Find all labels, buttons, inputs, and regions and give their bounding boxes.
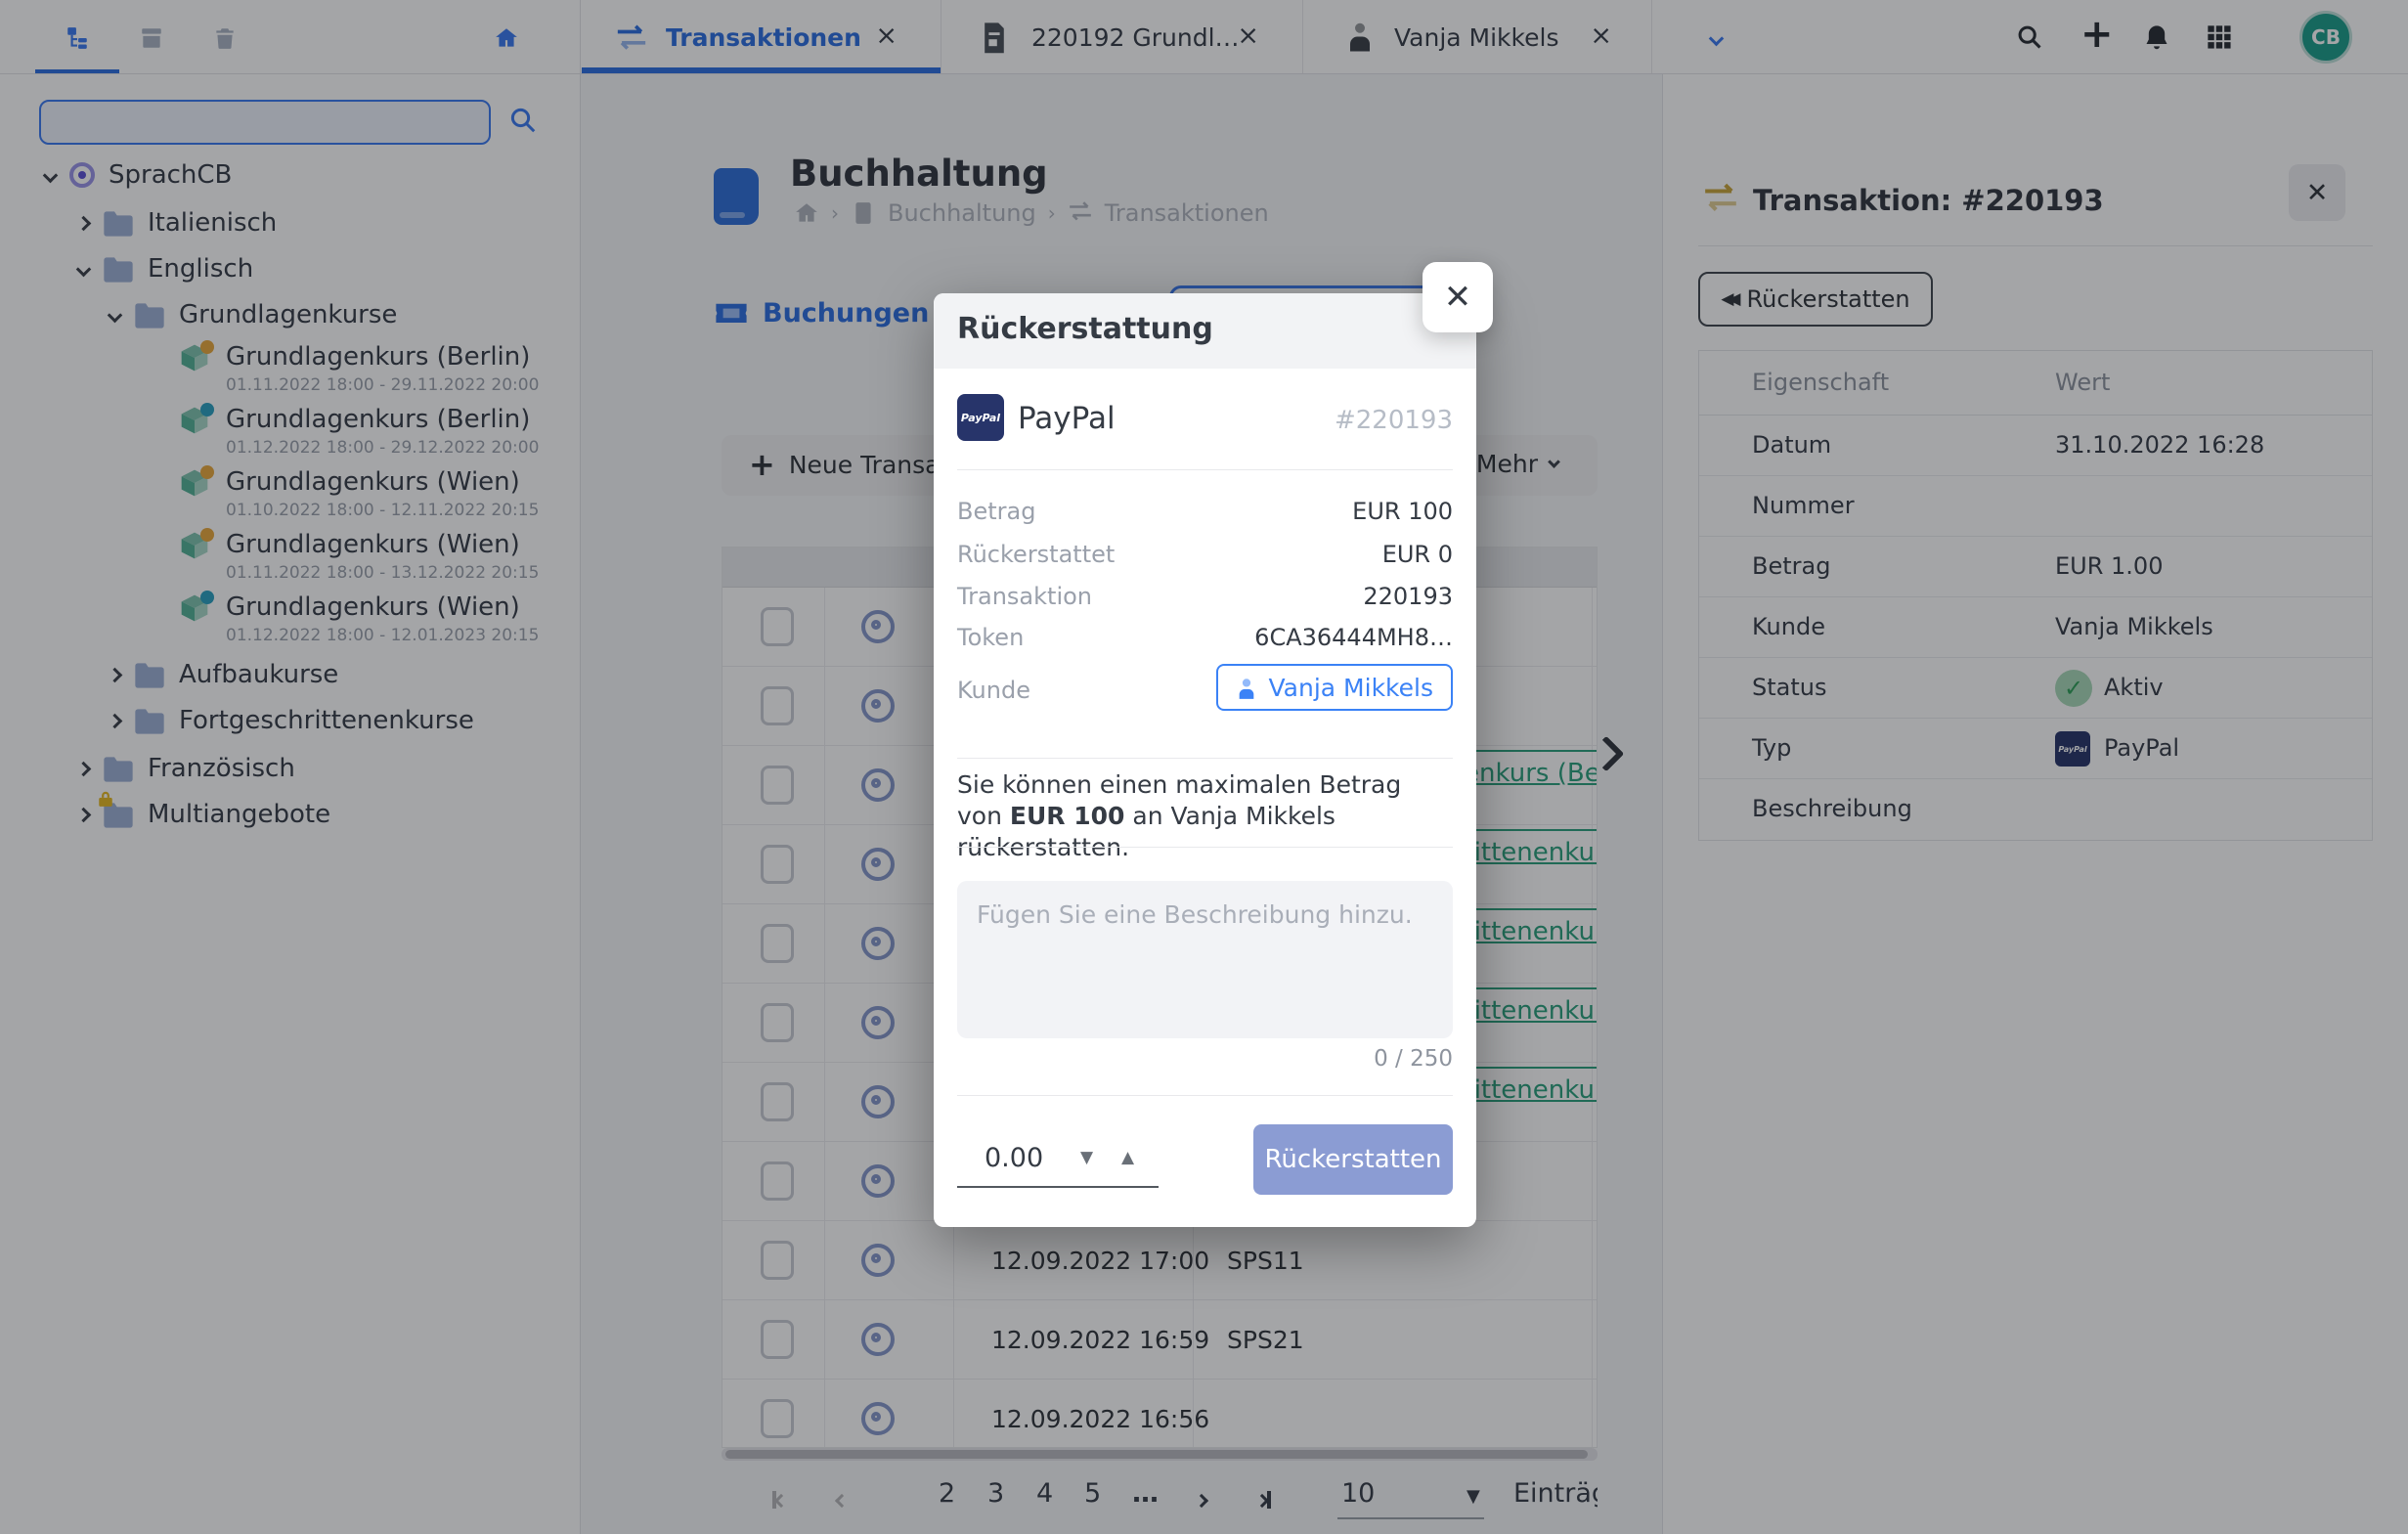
refund-amount-input[interactable]	[983, 1142, 1071, 1174]
max-refund-note: Sie können einen maximalen Betrag von EU…	[957, 769, 1453, 863]
modal-close-icon[interactable]: ✕	[1423, 262, 1493, 332]
modal-header: Rückerstattung	[934, 293, 1476, 369]
paypal-logo-icon: PayPal	[957, 394, 1004, 441]
person-icon	[1236, 677, 1257, 698]
modal-title: Rückerstattung	[957, 312, 1213, 346]
char-counter: 0 / 250	[1374, 1046, 1453, 1072]
provider-name: PayPal	[1018, 401, 1116, 436]
refund-modal: Rückerstattung ✕ PayPal PayPal #220193 B…	[934, 293, 1476, 1227]
customer-link-button[interactable]: Vanja Mikkels	[1216, 664, 1453, 711]
spinner-up-icon[interactable]: ▲	[1121, 1148, 1134, 1167]
spinner-down-icon[interactable]: ▼	[1080, 1148, 1093, 1167]
refund-submit-button[interactable]: Rückerstatten	[1253, 1124, 1453, 1195]
transaction-reference: #220193	[1335, 406, 1453, 435]
app-window: Transaktionen × 220192 Grundl… × Vanja M…	[0, 0, 2408, 1534]
description-textarea[interactable]	[957, 881, 1453, 1038]
